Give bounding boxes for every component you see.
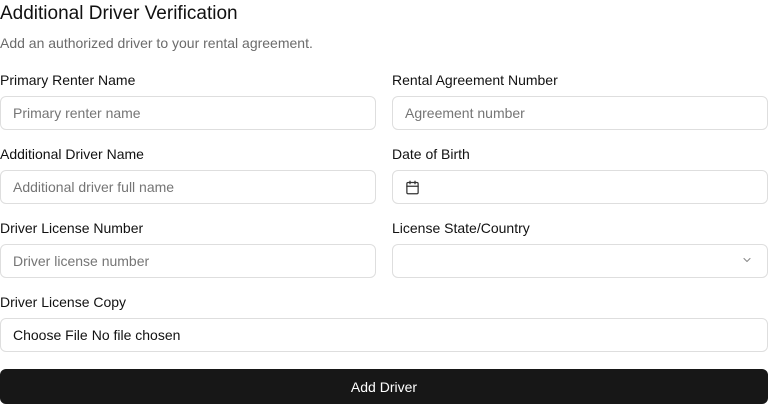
license-copy-label: Driver License Copy — [0, 294, 127, 310]
license-state-label: License State/Country — [392, 220, 530, 236]
primary-renter-label: Primary Renter Name — [0, 72, 136, 88]
additional-driver-label: Additional Driver Name — [0, 146, 144, 162]
license-copy-file-input[interactable]: Choose File No file chosen — [0, 318, 768, 352]
chevron-down-icon — [741, 253, 753, 269]
primary-renter-input[interactable] — [0, 96, 376, 130]
calendar-icon — [405, 180, 420, 195]
date-of-birth-label: Date of Birth — [392, 146, 470, 162]
license-number-label: Driver License Number — [0, 220, 144, 236]
license-state-select[interactable] — [392, 244, 768, 278]
agreement-number-label: Rental Agreement Number — [392, 72, 558, 88]
date-of-birth-input[interactable] — [392, 170, 768, 204]
choose-file-button[interactable]: Choose File — [13, 327, 88, 343]
page-title: Additional Driver Verification — [0, 3, 238, 24]
agreement-number-input[interactable] — [392, 96, 768, 130]
file-status-text: No file chosen — [91, 327, 181, 343]
add-driver-button[interactable]: Add Driver — [0, 369, 768, 404]
additional-driver-input[interactable] — [0, 170, 376, 204]
page-subtitle: Add an authorized driver to your rental … — [0, 35, 313, 51]
license-number-input[interactable] — [0, 244, 376, 278]
